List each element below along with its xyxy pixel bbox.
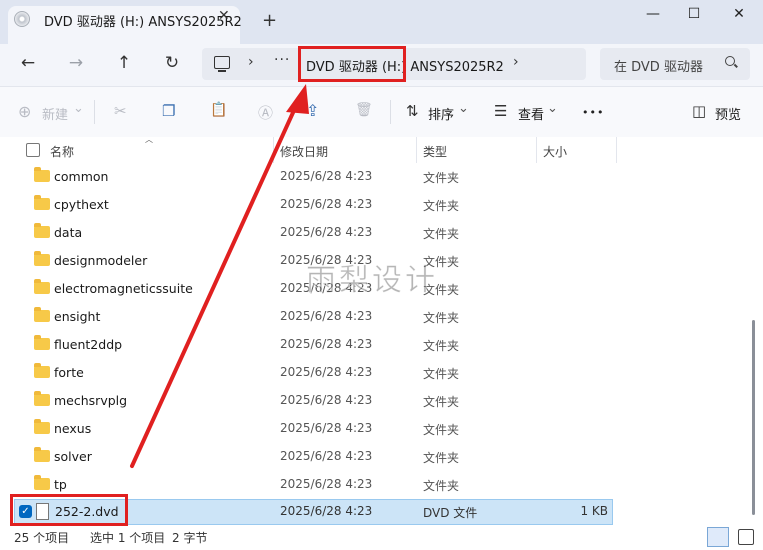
arrow-shaft — [130, 104, 298, 468]
arrow-head — [286, 84, 309, 114]
annotation-arrow — [130, 84, 309, 468]
